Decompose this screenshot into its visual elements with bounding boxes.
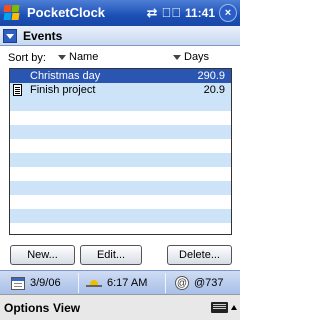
event-days: 20.9 [203,84,225,96]
date-text: 3/9/06 [30,277,61,289]
options-menu[interactable]: Options [4,301,49,315]
sort-days-label: Days [184,51,210,63]
app-title: PocketClock [27,5,106,20]
sort-days-column[interactable]: Days [173,51,209,63]
edit-button[interactable]: Edit... [80,245,142,265]
new-button[interactable]: New... [10,245,75,265]
sunrise-text: 6:17 AM [107,277,148,289]
list-item[interactable]: Finish project 20.9 [10,83,231,97]
list-stripe [10,181,231,195]
internet-time-icon: @ [175,276,189,290]
date-item[interactable]: 3/9/06 [11,274,61,292]
sunrise-icon [86,278,102,288]
calendar-icon [11,276,25,290]
view-menu[interactable]: View [53,301,80,315]
clock-time[interactable]: 11:41 [185,6,215,20]
connectivity-icon[interactable]: ⇄ [147,5,158,21]
sort-row: Sort by: Name Days [0,48,240,68]
sort-arrow-icon [58,54,66,60]
sort-by-label: Sort by: [8,52,46,64]
sort-name-column[interactable]: Name [58,51,98,63]
sort-arrow-icon [173,54,181,60]
divider [78,273,79,293]
title-bar: PocketClock ⇄ ◀ﾞ 11:41 × [0,0,240,26]
list-stripe [10,209,231,223]
status-area: ⇄ ◀ﾞ 11:41 × [147,4,237,22]
windows-start-icon[interactable] [3,4,21,22]
event-name: Finish project [30,84,96,96]
list-stripe [10,125,231,139]
sort-name-label: Name [69,51,99,63]
sunrise-item[interactable]: 6:17 AM [86,274,147,292]
list-item[interactable]: Christmas day 290.9 [10,69,231,83]
close-icon[interactable]: × [219,4,237,22]
volume-icon[interactable]: ◀ﾞ [161,5,181,21]
events-label[interactable]: Events [23,29,62,43]
event-list[interactable]: Christmas day 290.9 Finish project 20.9 [9,68,232,235]
events-view-selector[interactable]: Events [0,26,240,46]
chevron-up-icon[interactable] [231,305,237,310]
event-name: Christmas day [30,70,101,82]
document-icon [13,84,22,96]
menu-bar: Options View [0,294,240,320]
list-stripe [10,153,231,167]
list-stripe [10,97,231,111]
delete-button[interactable]: Delete... [167,245,232,265]
beat-time-text: @737 [194,277,224,289]
beat-time-item[interactable]: @ @737 [175,274,224,292]
keyboard-icon[interactable] [211,302,228,313]
divider [165,273,166,293]
today-status-bar: 3/9/06 6:17 AM @ @737 [0,270,240,294]
chevron-down-icon[interactable] [3,29,17,43]
event-days: 290.9 [197,70,225,82]
